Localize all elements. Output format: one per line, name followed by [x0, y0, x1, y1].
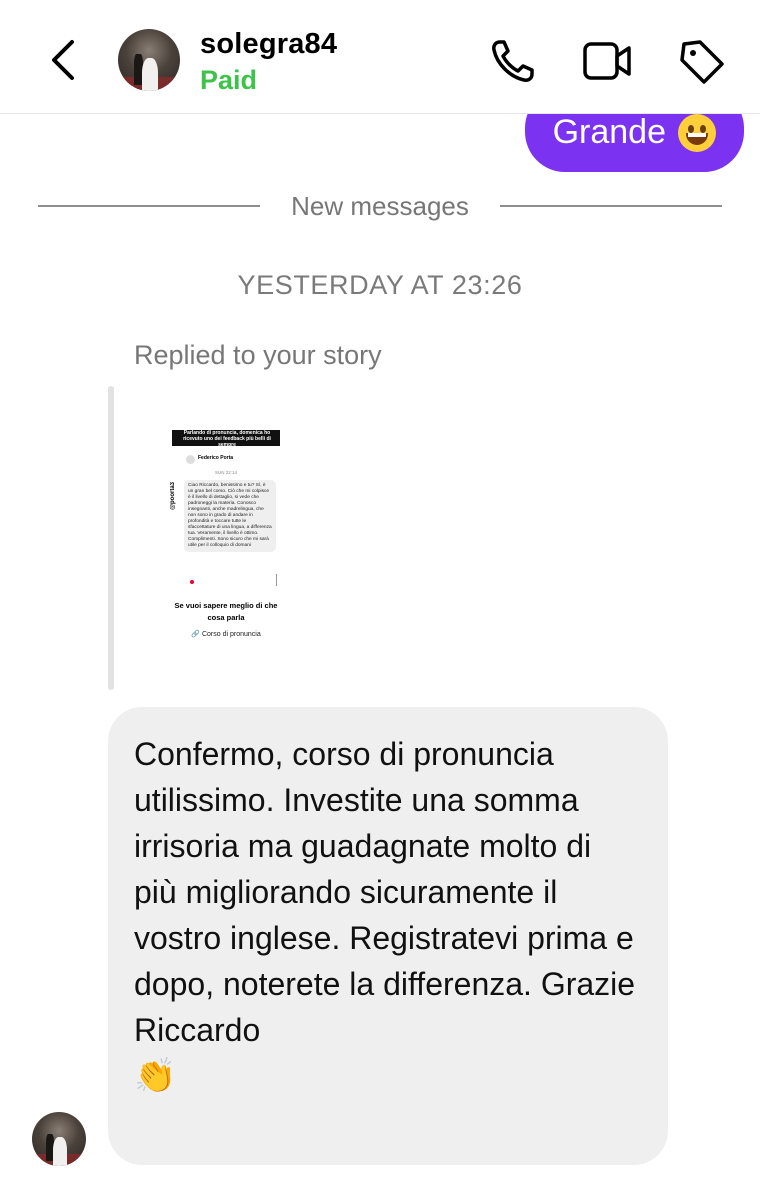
story-caption: Se vuoi sapere meglio di che cosa parla: [174, 601, 278, 622]
call-button[interactable]: [488, 36, 538, 86]
story-divider: [276, 574, 277, 586]
grinning-face-emoji-icon: [678, 114, 716, 152]
story-banner-text: Parlando di pronuncia, domenica ho ricev…: [183, 430, 271, 448]
message-timestamp: YESTERDAY AT 23:26: [237, 270, 523, 300]
video-camera-icon: [583, 42, 631, 80]
clapping-hands-emoji-icon: 👏: [134, 1056, 177, 1096]
back-button[interactable]: [44, 36, 84, 84]
story-thumbnail[interactable]: Parlando di pronuncia, domenica ho ricev…: [166, 424, 286, 646]
video-call-button[interactable]: [581, 36, 631, 86]
username[interactable]: solegra84: [200, 28, 337, 61]
sent-message-text: Grande: [552, 113, 666, 151]
chevron-left-icon: [52, 40, 74, 80]
replied-to-story-label: Replied to your story: [134, 340, 382, 370]
heart-icon: [190, 580, 194, 584]
avatar[interactable]: [118, 29, 180, 91]
payment-status: Paid: [200, 65, 258, 95]
label-button[interactable]: [676, 36, 726, 86]
story-chat-time: SUN 22:14: [214, 470, 237, 475]
story-handle: @poorta3: [170, 482, 176, 510]
sender-avatar[interactable]: [32, 1112, 86, 1166]
phone-icon: [492, 40, 534, 82]
received-message-bubble[interactable]: Confermo, corso di pronuncia utilissimo.…: [108, 707, 668, 1165]
new-messages-divider: New messages: [291, 191, 469, 221]
story-chat-name: Federico Porta: [198, 455, 234, 461]
story-message: Ciao Riccardo, benissimo e tu? Sì, è un …: [184, 480, 276, 552]
received-message-text: Confermo, corso di pronuncia utilissimo.…: [134, 736, 636, 1048]
quote-bar: [108, 386, 114, 690]
tag-icon: [680, 40, 724, 84]
story-link: 🔗 Corso di pronuncia: [191, 631, 261, 638]
story-avatar: [186, 455, 195, 464]
story-chat-header: Federico Porta: [176, 454, 280, 466]
chat-header: solegra84 Paid: [0, 0, 760, 114]
